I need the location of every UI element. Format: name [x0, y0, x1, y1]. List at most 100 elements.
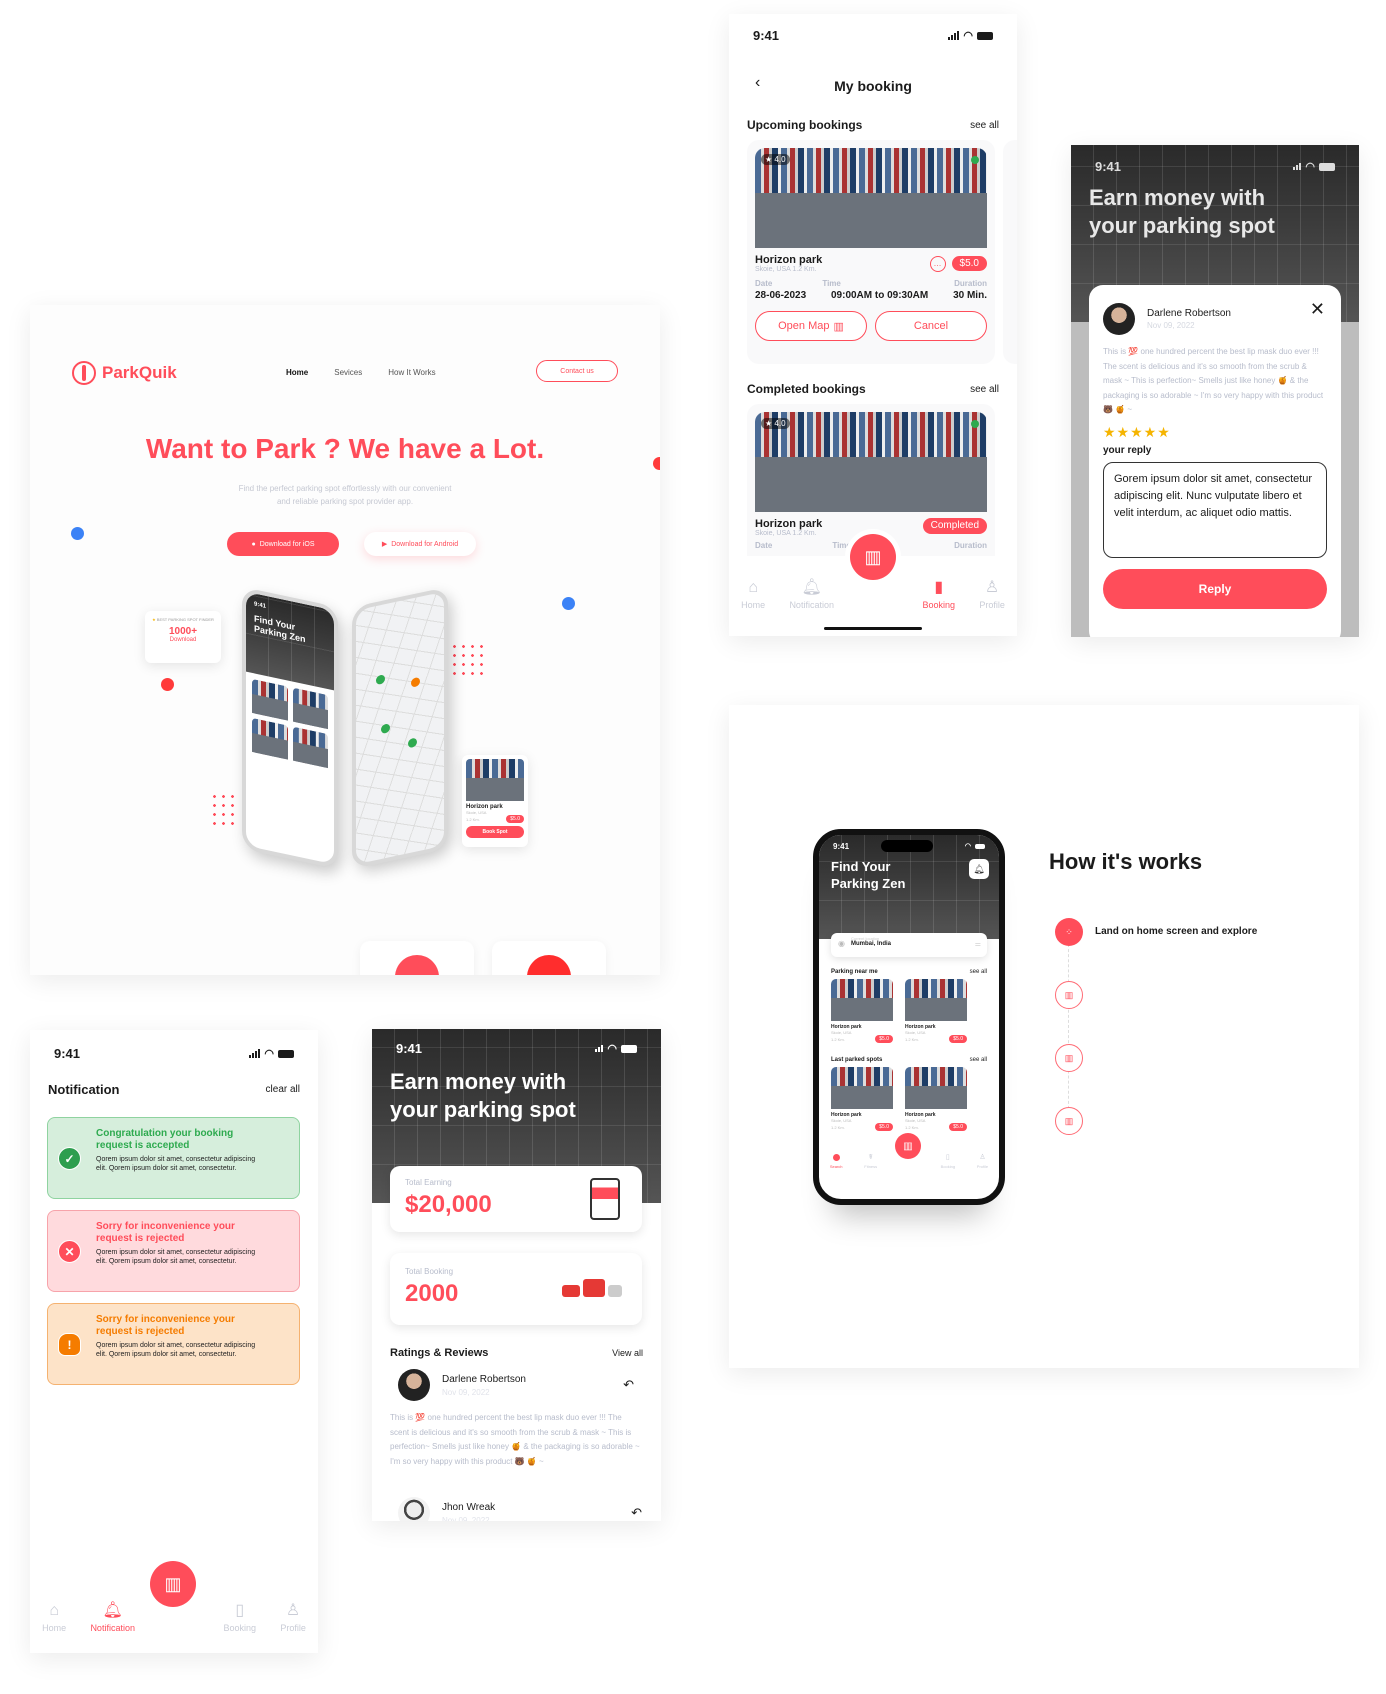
- nav-booking[interactable]: ▮ Booking: [923, 577, 956, 610]
- reply-button[interactable]: Reply: [1103, 568, 1327, 609]
- avatar: [398, 1369, 430, 1401]
- wifi-icon: ◠: [963, 30, 973, 42]
- booking-screen: 9:41 ◠ ‹ My booking Upcoming bookings se…: [729, 14, 1017, 636]
- see-all-near[interactable]: see all: [970, 969, 987, 975]
- upcoming-booking-card[interactable]: ★ 4.0 Horizon park Skoie, USA 1.2 Km. … …: [747, 140, 995, 364]
- bell-button[interactable]: 🔔︎: [969, 859, 989, 879]
- profile-icon: ♙: [984, 579, 1000, 596]
- bookmark-icon: ▮: [934, 579, 944, 596]
- contact-us-button[interactable]: Contact us: [536, 360, 618, 382]
- decor-dot-blue: [71, 527, 84, 540]
- chat-icon[interactable]: …: [929, 255, 946, 272]
- nav-profile[interactable]: ♙ Profile: [977, 1153, 988, 1169]
- filter-icon[interactable]: ⚌: [975, 940, 981, 948]
- profile-icon: ♙: [285, 1602, 301, 1619]
- spot-card[interactable]: Horizon park Skoie, USA 1.2 Km. $5.0: [905, 1067, 967, 1131]
- see-all-completed[interactable]: see all: [970, 384, 999, 395]
- map-icon: ▥: [1064, 989, 1074, 1000]
- apple-icon: ●: [251, 540, 256, 548]
- view-all-button[interactable]: View all: [612, 1348, 643, 1358]
- nav-how-it-works[interactable]: How It Works: [388, 368, 435, 377]
- notification-title: Sorry for inconvenience your request is …: [96, 1314, 235, 1337]
- nav-profile[interactable]: ♙ Profile: [979, 577, 1005, 610]
- total-earning-card[interactable]: Total Earning $20,000: [390, 1166, 642, 1232]
- see-all-last[interactable]: see all: [970, 1057, 987, 1063]
- map-fab-button[interactable]: ▥: [150, 1561, 196, 1607]
- step-active[interactable]: ⁘: [1055, 918, 1083, 946]
- nav-profile[interactable]: ♙ Profile: [280, 1600, 306, 1633]
- spot-card[interactable]: Horizon park Skoie, USA 1.2 Km. $5.0: [905, 979, 967, 1043]
- clear-all-button[interactable]: clear all: [266, 1084, 300, 1095]
- status-bar: 9:41 ◠: [819, 835, 999, 852]
- parking-lot-image: [466, 759, 524, 801]
- total-booking-card[interactable]: Total Booking 2000: [390, 1253, 642, 1325]
- badge-title: ★ BEST PARKING SPOT FINDER: [152, 617, 214, 622]
- step[interactable]: ▥: [1055, 1107, 1083, 1135]
- cancel-button[interactable]: Cancel: [875, 311, 987, 341]
- decor-dot-blue-2: [562, 597, 575, 610]
- spot-card[interactable]: Horizon park Skoie, USA 1.2 Km. $5.0: [831, 1067, 893, 1131]
- signal-icon: [249, 1049, 261, 1058]
- download-android-button[interactable]: ▶ Download for Android: [364, 532, 476, 556]
- nav-services[interactable]: Sevices: [334, 368, 362, 377]
- bottom-nav: ▥ ⌂ Home 🔔︎ Notification ▮ Booking ♙ Profile: [729, 534, 1017, 636]
- x-circle-icon: ✕: [58, 1240, 81, 1263]
- battery-icon: [621, 1044, 637, 1053]
- parking-lot-image: ★ 4.0: [755, 148, 987, 248]
- map-fab-button[interactable]: ▥: [850, 534, 896, 580]
- nav-fitness[interactable]: ☤ Fitness: [864, 1153, 877, 1169]
- nav-notification[interactable]: 🔔︎ Notification: [90, 1600, 135, 1633]
- spot-card[interactable]: Horizon park Skoie, USA 1.2 Km. $5.0: [831, 979, 893, 1043]
- step[interactable]: ▥: [1055, 1044, 1083, 1072]
- hero-title: Earn money with your parking spot: [390, 1069, 576, 1122]
- mini-spot-card[interactable]: Horizon park Skoie, USA 1.2 Km. $5.0 Boo…: [462, 755, 528, 847]
- decor-dot-grid: [450, 642, 488, 680]
- nav-booking[interactable]: ▯ Booking: [224, 1600, 257, 1633]
- feature-card: [492, 941, 606, 975]
- cars-illustration-icon: [562, 1279, 622, 1297]
- reply-icon[interactable]: ↶: [631, 1505, 642, 1521]
- avatar: [398, 1497, 430, 1521]
- see-all-upcoming[interactable]: see all: [970, 120, 999, 131]
- review-text: This is 💯 one hundred percent the best l…: [1103, 347, 1324, 414]
- fitness-icon: ☤: [868, 1154, 874, 1161]
- spot-name: Horizon park: [755, 518, 823, 530]
- notification-screen: 9:41 ◠ Notification clear all ✓ Congratu…: [30, 1030, 318, 1653]
- book-spot-button[interactable]: Book Spot: [466, 826, 524, 838]
- nav-home[interactable]: ⌂ Home: [42, 1602, 66, 1633]
- wifi-icon: ◠: [607, 1043, 617, 1055]
- close-icon[interactable]: ✕: [1310, 299, 1325, 320]
- reply-screen: 9:41 ◠ Earn money with your parking spot…: [1071, 145, 1359, 637]
- availability-dot: [971, 420, 979, 428]
- review-date: Nov 09, 2022: [442, 1387, 490, 1397]
- dynamic-island: [880, 840, 933, 852]
- step-label: Land on home screen and explore: [1095, 926, 1258, 937]
- reply-icon[interactable]: ↶: [623, 1377, 634, 1393]
- page-title: My booking: [834, 78, 912, 94]
- download-ios-button[interactable]: ● Download for iOS: [227, 532, 339, 556]
- step[interactable]: ▥: [1055, 981, 1083, 1009]
- next-card-peek: [1003, 140, 1017, 364]
- brand-logo[interactable]: ParkQuik: [72, 361, 177, 385]
- hero-headline: Want to Park ? We have a Lot.: [145, 433, 545, 464]
- notification-card-success[interactable]: ✓ Congratulation your booking request is…: [47, 1117, 300, 1199]
- map-icon: ▥: [833, 320, 844, 333]
- nav-home[interactable]: ⌂ Home: [741, 579, 765, 610]
- nav-booking[interactable]: ▯ Booking: [941, 1153, 955, 1169]
- location-field[interactable]: ◉ Current location Mumbai, India ⚌: [831, 933, 987, 957]
- nav-notification[interactable]: 🔔︎ Notification: [789, 577, 834, 610]
- payment-illustration-icon: [590, 1178, 620, 1220]
- signal-icon: [948, 31, 960, 40]
- page-title: Notification: [48, 1082, 120, 1097]
- bookmark-icon: ▯: [235, 1602, 245, 1619]
- nav-home[interactable]: Home: [286, 368, 308, 377]
- notification-card-error[interactable]: ✕ Sorry for inconvenience your request i…: [47, 1210, 300, 1292]
- reply-textarea[interactable]: Gorem ipsum dolor sit amet, consectetur …: [1103, 461, 1327, 558]
- notification-card-warning[interactable]: ! Sorry for inconvenience your request i…: [47, 1303, 300, 1385]
- notification-body: Qorem ipsum dolor sit amet, consectetur …: [96, 1342, 256, 1358]
- nav-search[interactable]: Search: [830, 1154, 843, 1169]
- availability-dot: [971, 156, 979, 164]
- bookmark-icon: ▯: [945, 1154, 950, 1161]
- open-map-button[interactable]: Open Map ▥: [755, 311, 867, 341]
- parking-lot-image: ★ 4.0: [755, 412, 987, 512]
